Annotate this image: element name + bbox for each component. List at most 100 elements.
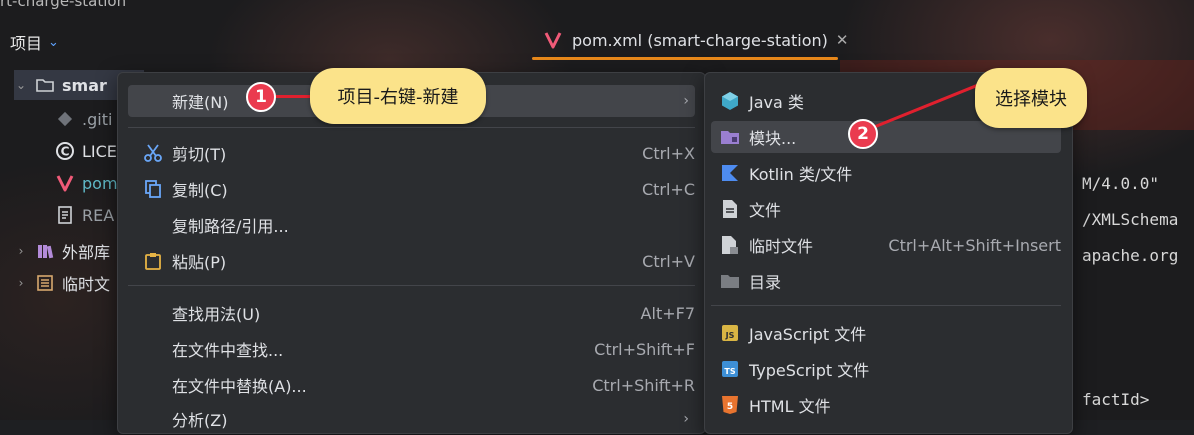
menu-item-shortcut: Alt+F7 xyxy=(640,303,695,323)
menu-item-label: 目录 xyxy=(749,273,782,292)
tree-item-pom[interactable]: pom xyxy=(54,168,118,198)
menu-item-copy[interactable]: 复制(C) Ctrl+C xyxy=(128,173,695,205)
javascript-file-icon: JS xyxy=(715,324,745,342)
menu-item-cut[interactable]: 剪切(T) Ctrl+X xyxy=(128,137,695,169)
active-tab-indicator xyxy=(532,57,838,60)
tree-item-label: .giti xyxy=(82,109,113,129)
readme-icon xyxy=(54,204,76,226)
context-menu: 新建(N) › 剪切(T) Ctrl+X 复制(C) Ctrl+C 复制路径/引… xyxy=(117,72,706,434)
chevron-down-icon[interactable]: ⌄ xyxy=(48,35,59,50)
typescript-file-icon: TS xyxy=(715,360,745,378)
menu-item-shortcut: Ctrl+Shift+F xyxy=(594,339,695,359)
menu-item-label: HTML 文件 xyxy=(749,397,831,416)
menu-item-label: 在文件中替换(A)... xyxy=(172,377,307,396)
menu-item-analyze[interactable]: 分析(Z) › xyxy=(128,403,695,435)
annotation-callout: 项目-右键-新建 xyxy=(310,68,486,124)
scratch-file-icon xyxy=(715,235,745,255)
annotation-callout: 选择模块 xyxy=(975,68,1087,128)
menu-item-find-in-files[interactable]: 在文件中查找... Ctrl+Shift+F xyxy=(128,333,695,365)
chevron-right-icon: › xyxy=(683,93,689,109)
tab-pom-xml[interactable]: pom.xml (smart-charge-station) ✕ xyxy=(532,22,859,58)
window-title-fragment: rt-charge-station xyxy=(0,0,127,10)
svg-text:TS: TS xyxy=(724,367,735,376)
annotation-arrow xyxy=(275,95,315,98)
tree-item-label: REA xyxy=(82,205,115,225)
scratch-icon xyxy=(34,272,56,294)
tree-item-label: smar xyxy=(62,75,107,95)
submenu-item-typescript[interactable]: TS TypeScript 文件 xyxy=(711,353,1061,385)
code-line: M/4.0.0" xyxy=(1082,174,1160,193)
menu-item-find-usages[interactable]: 查找用法(U) Alt+F7 xyxy=(128,297,695,329)
menu-item-label: 剪切(T) xyxy=(172,145,227,164)
submenu-item-javascript[interactable]: JS JavaScript 文件 xyxy=(711,317,1061,349)
file-icon xyxy=(715,199,745,219)
submenu-item-kotlin[interactable]: Kotlin 类/文件 xyxy=(711,157,1061,189)
menu-item-label: JavaScript 文件 xyxy=(749,325,867,344)
library-icon xyxy=(34,240,56,262)
menu-item-label: 临时文件 xyxy=(749,237,814,256)
module-folder-icon xyxy=(715,128,745,146)
menu-separator xyxy=(128,285,695,286)
menu-item-label: 复制路径/引用... xyxy=(172,217,289,236)
menu-item-shortcut: Ctrl+X xyxy=(642,143,695,163)
menu-separator xyxy=(711,305,1061,306)
java-class-icon xyxy=(715,91,745,111)
tree-item-label: 外部库 xyxy=(62,243,111,262)
menu-item-label: TypeScript 文件 xyxy=(749,361,870,380)
chevron-right-icon: › xyxy=(683,411,689,427)
menu-item-shortcut: Ctrl+C xyxy=(641,179,695,199)
git-file-icon xyxy=(54,108,76,130)
menu-item-label: 复制(C) xyxy=(172,181,228,200)
submenu-item-scratch-file[interactable]: 临时文件 Ctrl+Alt+Shift+Insert xyxy=(711,229,1061,261)
submenu-item-directory[interactable]: 目录 xyxy=(711,265,1061,297)
kotlin-icon xyxy=(715,164,745,182)
menu-item-replace-in-files[interactable]: 在文件中替换(A)... Ctrl+Shift+R xyxy=(128,369,695,401)
chevron-right-icon[interactable]: › xyxy=(14,244,28,258)
code-line: /XMLSchema xyxy=(1082,210,1179,229)
svg-text:5: 5 xyxy=(727,402,733,412)
directory-icon xyxy=(715,272,745,290)
menu-item-label: 查找用法(U) xyxy=(172,305,261,324)
svg-text:JS: JS xyxy=(725,331,735,340)
menu-item-copy-path[interactable]: 复制路径/引用... xyxy=(128,209,695,241)
chevron-right-icon[interactable]: › xyxy=(14,276,28,290)
step-badge: 1 xyxy=(246,82,276,112)
tree-item-readme[interactable]: REA xyxy=(54,200,114,230)
menu-item-shortcut: Ctrl+Shift+R xyxy=(592,375,695,395)
menu-item-label: 在文件中查找... xyxy=(172,341,284,360)
tab-label: pom.xml (smart-charge-station) xyxy=(572,30,828,50)
folder-icon xyxy=(34,74,56,96)
svg-text:C: C xyxy=(61,145,70,159)
tree-item-license[interactable]: C LICE xyxy=(54,136,117,166)
copy-icon xyxy=(138,179,168,199)
submenu-item-file[interactable]: 文件 xyxy=(711,193,1061,225)
chevron-down-icon[interactable]: ⌄ xyxy=(14,78,28,92)
menu-item-paste[interactable]: 粘贴(P) Ctrl+V xyxy=(128,245,695,277)
license-icon: C xyxy=(54,140,76,162)
paste-icon xyxy=(138,251,168,271)
tree-item-external-libs[interactable]: › 外部库 xyxy=(14,236,110,266)
project-panel-header[interactable]: 项目 ⌄ xyxy=(10,30,59,54)
step-badge: 2 xyxy=(848,119,878,149)
menu-item-shortcut: Ctrl+Alt+Shift+Insert xyxy=(888,235,1061,255)
close-icon[interactable]: ✕ xyxy=(836,31,849,49)
menu-item-label: 文件 xyxy=(749,201,782,220)
code-line: factId> xyxy=(1082,390,1150,409)
menu-item-label: Kotlin 类/文件 xyxy=(749,165,853,184)
submenu-item-html[interactable]: 5 HTML 文件 xyxy=(711,389,1061,421)
maven-icon xyxy=(542,29,564,51)
tree-item-label: 临时文 xyxy=(62,275,111,294)
menu-item-label: 粘贴(P) xyxy=(172,253,227,272)
html-file-icon: 5 xyxy=(715,395,745,415)
code-line: apache.org xyxy=(1082,246,1179,265)
menu-item-shortcut: Ctrl+V xyxy=(642,251,695,271)
menu-item-label: 模块... xyxy=(749,129,797,148)
tree-item-label: LICE xyxy=(82,141,117,161)
menu-separator xyxy=(128,127,695,128)
maven-icon xyxy=(54,172,76,194)
tree-item-scratches[interactable]: › 临时文 xyxy=(14,268,110,298)
menu-item-label: 分析(Z) xyxy=(172,411,228,430)
scissors-icon xyxy=(138,143,168,163)
tree-item-gitignore[interactable]: .giti xyxy=(54,104,112,134)
project-panel-title: 项目 xyxy=(10,34,43,53)
